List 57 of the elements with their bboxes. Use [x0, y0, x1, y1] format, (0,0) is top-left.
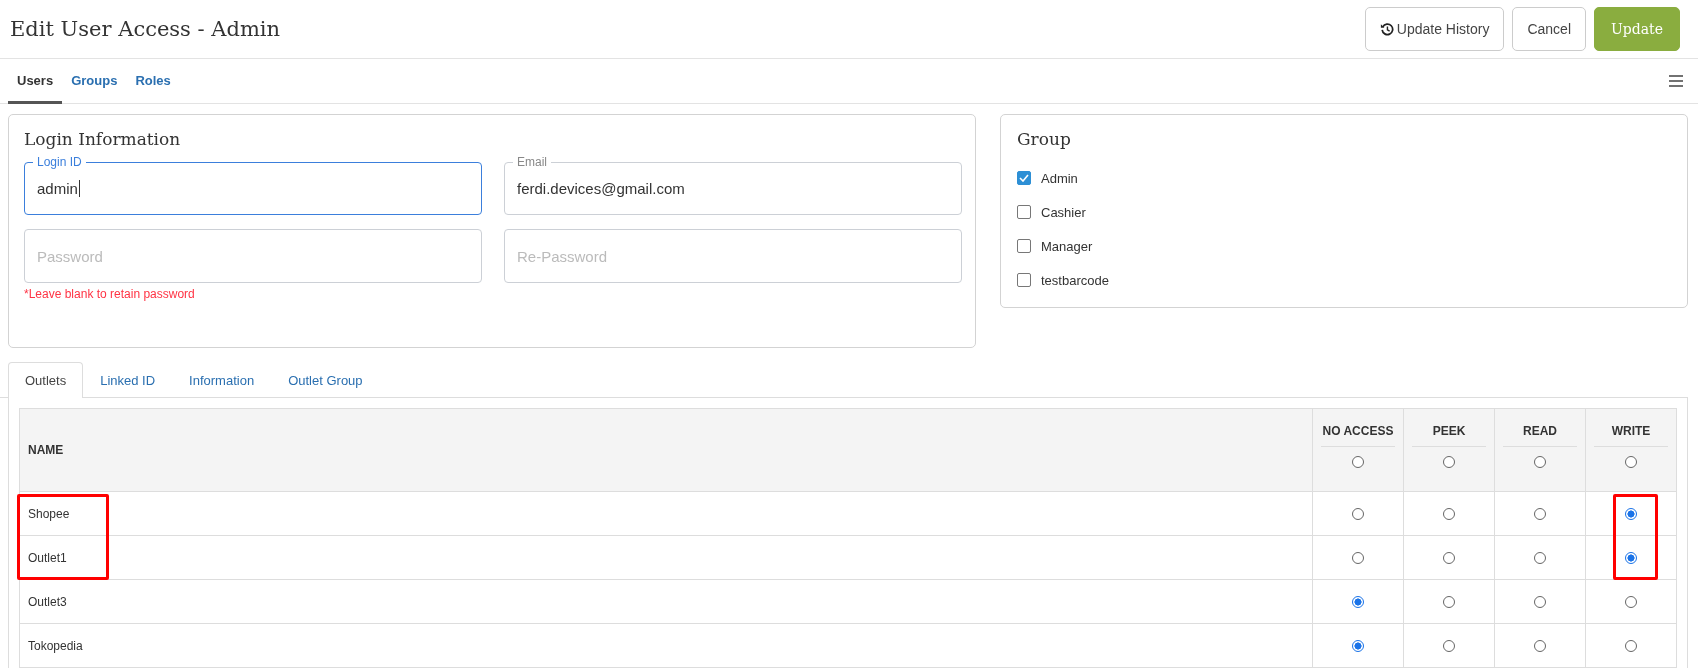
radio-button[interactable]	[1352, 456, 1364, 468]
column-header: NO ACCESS	[1321, 409, 1395, 447]
history-icon	[1379, 22, 1394, 36]
radio-button[interactable]	[1443, 508, 1455, 521]
radio-button[interactable]	[1352, 596, 1364, 609]
section-tab[interactable]: Information	[172, 362, 272, 398]
field-value: admin	[37, 180, 78, 197]
checkbox[interactable]	[1017, 239, 1031, 253]
input-field[interactable]: Login ID admin	[24, 155, 482, 215]
field-placeholder: Re-Password	[517, 247, 608, 265]
page-title: Edit User Access - Admin	[10, 17, 281, 41]
radio-button[interactable]	[1625, 596, 1637, 609]
radio-button[interactable]	[1534, 456, 1546, 468]
field-placeholder: Password	[37, 247, 103, 265]
column-header: PEEK	[1412, 409, 1486, 447]
checkbox-label: Admin	[1041, 170, 1078, 186]
radio-button[interactable]	[1534, 552, 1546, 565]
radio-button[interactable]	[1352, 508, 1364, 521]
card-title: Group	[1017, 129, 1072, 149]
radio-button[interactable]	[1352, 552, 1364, 565]
radio-button[interactable]	[1534, 640, 1546, 653]
radio-button[interactable]	[1625, 640, 1637, 653]
column-header: READ	[1503, 409, 1577, 447]
radio-button[interactable]	[1625, 552, 1637, 565]
radio-button[interactable]	[1625, 508, 1637, 521]
password-hint: *Leave blank to retain password	[24, 287, 196, 301]
outlet-name: Shopee	[19, 491, 1313, 536]
section-tab[interactable]: Outlets	[8, 362, 84, 398]
checkbox[interactable]	[1017, 205, 1031, 219]
input-field[interactable]: Email ferdi.devices@gmail.com	[504, 155, 962, 215]
cancel-button[interactable]: Cancel	[1512, 7, 1586, 51]
update-history-button[interactable]: Update History	[1364, 7, 1505, 51]
checkbox-label: Cashier	[1041, 204, 1086, 220]
column-header: NAME	[19, 408, 1313, 492]
field-value: ferdi.devices@gmail.com	[517, 180, 685, 197]
checkbox-label: Manager	[1041, 238, 1093, 254]
radio-button[interactable]	[1625, 456, 1637, 468]
radio-button[interactable]	[1443, 552, 1455, 565]
checkbox-label: testbarcode	[1041, 272, 1109, 288]
radio-button[interactable]	[1534, 596, 1546, 609]
section-tab[interactable]: Outlet Group	[271, 362, 380, 398]
nav-tab[interactable]: Groups	[62, 59, 127, 104]
section-tab[interactable]: Linked ID	[83, 362, 173, 398]
radio-button[interactable]	[1352, 640, 1364, 653]
menu-icon[interactable]	[1668, 74, 1684, 88]
card-title: Login Information	[24, 129, 182, 149]
radio-button[interactable]	[1443, 456, 1455, 468]
checkbox[interactable]	[1017, 273, 1031, 287]
outlet-name: Outlet3	[19, 579, 1313, 624]
radio-button[interactable]	[1443, 596, 1455, 609]
checkbox[interactable]	[1017, 171, 1031, 185]
nav-tab[interactable]: Roles	[126, 59, 180, 104]
radio-button[interactable]	[1443, 640, 1455, 653]
column-header: WRITE	[1594, 409, 1668, 447]
outlet-name: Tokopedia	[19, 623, 1313, 668]
nav-tab[interactable]: Users	[8, 59, 63, 104]
radio-button[interactable]	[1534, 508, 1546, 521]
